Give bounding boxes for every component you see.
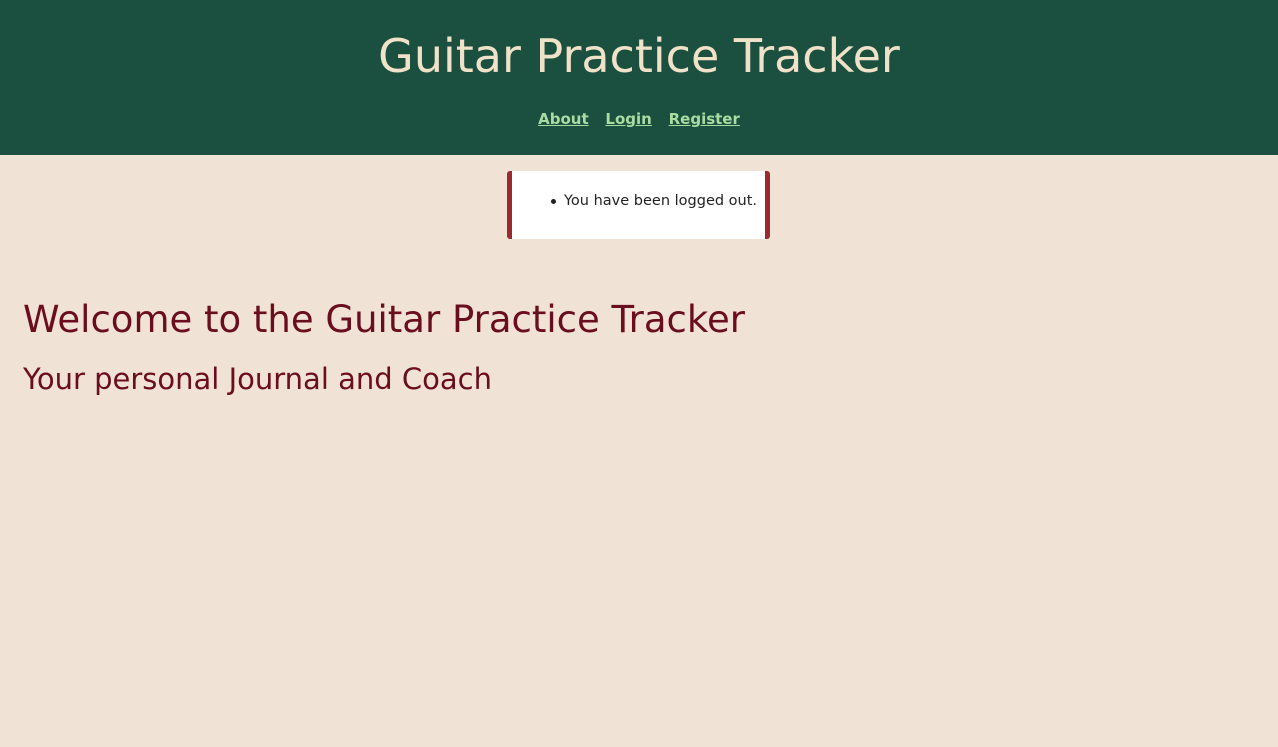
site-title: Guitar Practice Tracker bbox=[378, 29, 900, 83]
welcome-subheading: Your personal Journal and Coach bbox=[23, 362, 492, 396]
welcome-heading: Welcome to the Guitar Practice Tracker bbox=[23, 298, 745, 341]
nav-link-login[interactable]: Login bbox=[605, 110, 651, 128]
site-header: Guitar Practice Tracker About Login Regi… bbox=[0, 0, 1278, 155]
flash-message: You have been logged out. bbox=[549, 191, 757, 211]
flash-message-list: You have been logged out. bbox=[549, 191, 757, 211]
nav-link-about[interactable]: About bbox=[538, 110, 589, 128]
main-nav: About Login Register bbox=[0, 108, 1278, 130]
flash-message-box: You have been logged out. bbox=[507, 171, 770, 239]
nav-link-register[interactable]: Register bbox=[669, 110, 740, 128]
